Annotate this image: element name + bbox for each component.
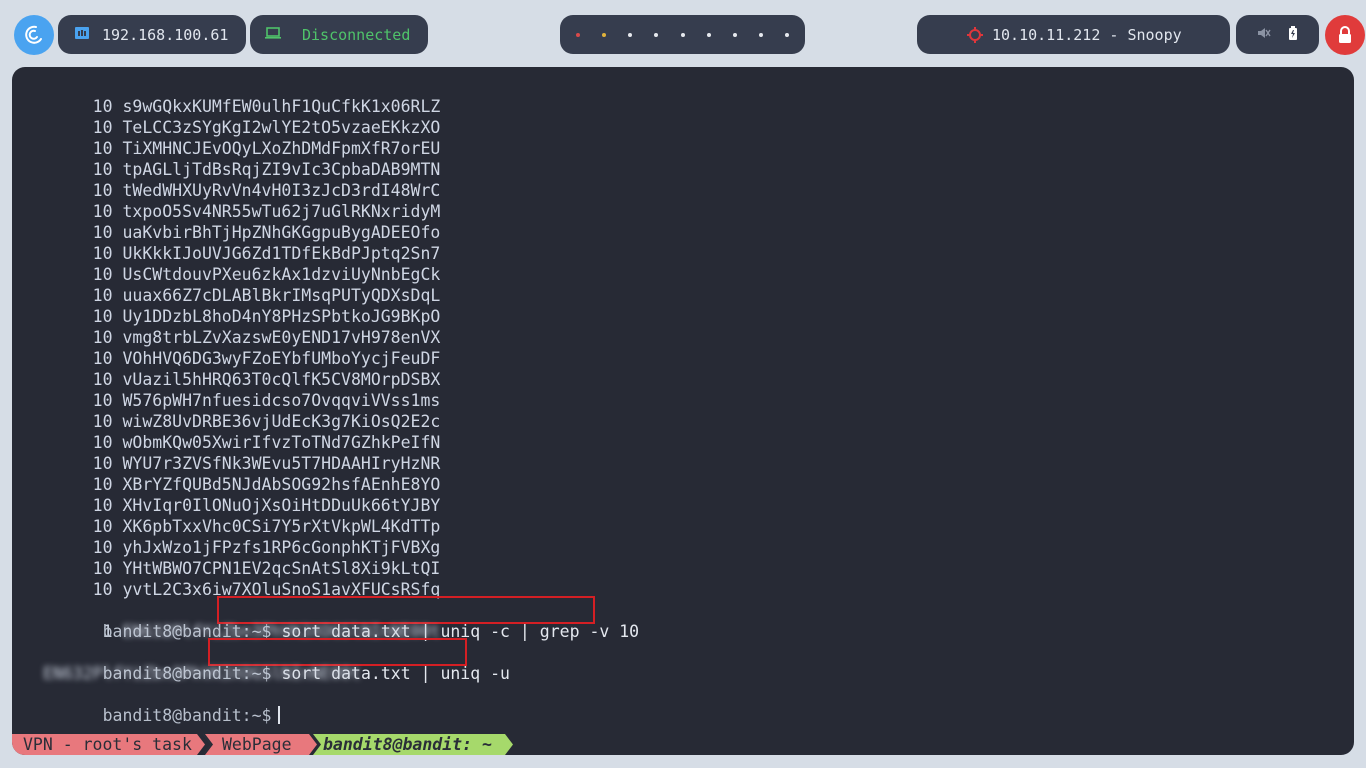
- status-segment-session[interactable]: bandit8@bandit: ~: [313, 734, 513, 755]
- local-ip-widget: 192.168.100.61: [58, 15, 246, 54]
- workspace-indicator[interactable]: [560, 15, 805, 54]
- result-line-2: EN632PlfYiZbn3PhVK3XOGSlNInNE00t: [43, 663, 1354, 684]
- workspace-dot-5[interactable]: [680, 32, 685, 37]
- output-line: 10 vUazil5hHRQ63T0cQlfK5CV8MOrpDSBX: [43, 370, 441, 389]
- output-line: 10 UkKkkIJoUVJG6Zd1TDfEkBdPJptq2Sn7: [43, 244, 441, 263]
- text-cursor: [277, 706, 280, 724]
- target-widget: 10.10.11.212 - Snoopy: [917, 15, 1230, 54]
- vpn-status-text: Disconnected: [302, 25, 411, 44]
- highlight-box: [208, 638, 467, 666]
- output-line: 10 vmg8trbLZvXazswE0yEND17vH978enVX: [43, 328, 441, 347]
- status-segment-vpn[interactable]: VPN - root's task: [12, 734, 205, 755]
- output-line: 10 W576pWH7nfuesidcso7OvqqviVVss1ms: [43, 391, 441, 410]
- output-line: 10 YHtWBWO7CPN1EV2qcSnAtSl8Xi9kLtQI: [43, 559, 441, 578]
- debian-logo-icon[interactable]: [14, 15, 54, 55]
- workspace-dot-7[interactable]: [732, 32, 737, 37]
- terminal-window[interactable]: 10 s9wGQkxKUMfEW0ulhF1QuCfkK1x06RLZ 10 T…: [12, 67, 1354, 755]
- output-line: 10 WYU7r3ZVSfNk3WEvu5T7HDAAHIryHzNR: [43, 454, 441, 473]
- battery-icon[interactable]: [1288, 25, 1298, 44]
- workspace-dot-3[interactable]: [628, 32, 633, 37]
- network-icon: [74, 25, 90, 45]
- output-line: 10 UsCWtdouvPXeu6zkAx1dzviUyNnbEgCk: [43, 265, 441, 284]
- output-line: 10 tpAGLljTdBsRqjZI9vIc3CpbaDAB9MTN: [43, 160, 441, 179]
- output-line: 10 yhJxWzo1jFPzfs1RP6cGonphKTjFVBXg: [43, 538, 441, 557]
- redacted-password: EN632PlfYiZbn3PhVK3XOGSlNInNE00t: [43, 664, 361, 683]
- workspace-dot-8[interactable]: [758, 32, 763, 37]
- vpn-status-widget: Disconnected: [250, 15, 428, 54]
- prompt: bandit8@bandit:~$: [102, 706, 272, 725]
- volume-muted-icon[interactable]: [1257, 26, 1271, 44]
- workspace-dot-4[interactable]: [654, 32, 659, 37]
- command-line-2: bandit8@bandit:~$ sort data.txt | uniq -u: [43, 638, 1354, 683]
- output-line: 10 tWedWHXUyRvVn4vH0I3zJcD3rdI48WrC: [43, 181, 441, 200]
- output-line: 10 XHvIqr0IlONuOjXsOiHtDDuUk66tYJBY: [43, 496, 441, 515]
- output-line: 10 XK6pbTxxVhc0CSi7Y5rXtVkpWL4KdTTp: [43, 517, 441, 536]
- output-line: 10 s9wGQkxKUMfEW0ulhF1QuCfkK1x06RLZ: [43, 97, 441, 116]
- workspace-dot-2[interactable]: [602, 32, 607, 37]
- status-segment-webpage[interactable]: WebPage: [205, 734, 317, 755]
- lock-icon[interactable]: [1325, 15, 1365, 55]
- output-line: 10 wObmKQw05XwirIfvzToTNd7GZhkPeIfN: [43, 433, 441, 452]
- output-line: 10 wiwZ8UvDRBE36vjUdEcK3g7KiOsQ2E2c: [43, 412, 441, 431]
- workspace-dot-6[interactable]: [706, 32, 711, 37]
- output-line: 10 uuax66Z7cDLABlBkrIMsqPUTyQDXsDqL: [43, 286, 441, 305]
- laptop-icon: [264, 26, 282, 44]
- command-line-3[interactable]: bandit8@bandit:~$: [43, 684, 1354, 725]
- output-line: 10 uaKvbirBhTjHpZNhGKGgpuBygADEEOfo: [43, 223, 441, 242]
- output-line: 10 TeLCC3zSYgKgI2wlYE2tO5vzaeEKkzXO: [43, 118, 441, 137]
- output-line: 10 TiXMHNCJEvOQyLXoZhDMdFpmXfR7orEU: [43, 139, 441, 158]
- command-line-1: bandit8@bandit:~$ sort data.txt | uniq -c…: [43, 596, 1354, 641]
- system-tray: [1236, 15, 1319, 54]
- workspace-dot-9[interactable]: [785, 32, 789, 37]
- local-ip-text: 192.168.100.61: [102, 25, 229, 44]
- terminal-output: 10 s9wGQkxKUMfEW0ulhF1QuCfkK1x06RLZ 10 T…: [43, 96, 1354, 725]
- output-line: 10 Uy1DDzbL8hoD4nY8PHzSPbtkoJG9BKpO: [43, 307, 441, 326]
- highlight-box: [217, 596, 595, 624]
- output-line: 10 txpoO5Sv4NR55wTu62j7uGlRKNxridyM: [43, 202, 441, 221]
- workspace-dot-1[interactable]: [576, 32, 580, 37]
- output-line: 10 XBrYZfQUBd5NJdAbSOG92hsfAEnhE8YO: [43, 475, 441, 494]
- tmux-status-bar: VPN - root's task WebPage bandit8@bandit…: [12, 734, 1354, 755]
- status-separator: [202, 734, 212, 755]
- target-crosshair-icon: [967, 27, 983, 47]
- output-line: 10 VOhHVQ6DG3wyFZoEYbfUMboYycjFeuDF: [43, 349, 441, 368]
- target-text: 10.10.11.212 - Snoopy: [992, 25, 1182, 44]
